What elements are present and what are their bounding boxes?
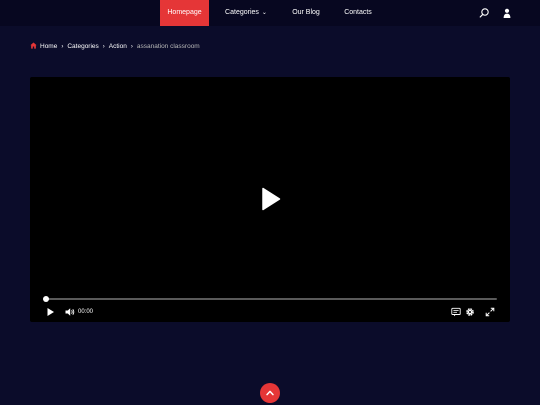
volume-icon[interactable]: [65, 307, 75, 317]
scroll-to-top-button[interactable]: [260, 383, 280, 403]
nav-contacts[interactable]: Contacts: [340, 0, 376, 26]
header: Homepage Categories ⌄ Our Blog Contacts: [0, 0, 540, 26]
chevron-right-icon: ›: [102, 44, 105, 50]
chevron-down-icon: ⌄: [261, 10, 267, 16]
breadcrumb-action[interactable]: Action: [109, 43, 127, 50]
chevron-right-icon: ›: [130, 44, 133, 50]
home-icon: [30, 42, 37, 49]
settings-gear-icon[interactable]: [465, 307, 475, 317]
nav-categories-label: Categories: [225, 9, 259, 16]
user-icon[interactable]: [501, 7, 513, 19]
progress-thumb[interactable]: [43, 296, 49, 302]
play-icon[interactable]: [261, 187, 281, 211]
breadcrumb: Home › Categories › Action › assanation classr…: [30, 42, 200, 52]
time-display: 00:00: [78, 309, 94, 315]
fullscreen-icon[interactable]: [485, 307, 495, 317]
breadcrumb-categories[interactable]: Categories: [67, 43, 98, 50]
nav-categories[interactable]: Categories ⌄: [222, 0, 270, 26]
chevron-right-icon: ›: [61, 44, 64, 50]
search-icon[interactable]: [478, 7, 490, 19]
nav-homepage[interactable]: Homepage: [160, 0, 209, 26]
breadcrumb-current: assanation classroom: [136, 43, 200, 50]
video-player[interactable]: 00:00: [30, 77, 510, 322]
nav-our-blog[interactable]: Our Blog: [287, 0, 325, 26]
captions-icon[interactable]: [451, 307, 461, 317]
breadcrumb-home[interactable]: Home: [40, 43, 57, 50]
chevron-up-icon: [266, 390, 274, 396]
play-button[interactable]: [46, 307, 55, 317]
progress-bar[interactable]: [43, 296, 497, 302]
